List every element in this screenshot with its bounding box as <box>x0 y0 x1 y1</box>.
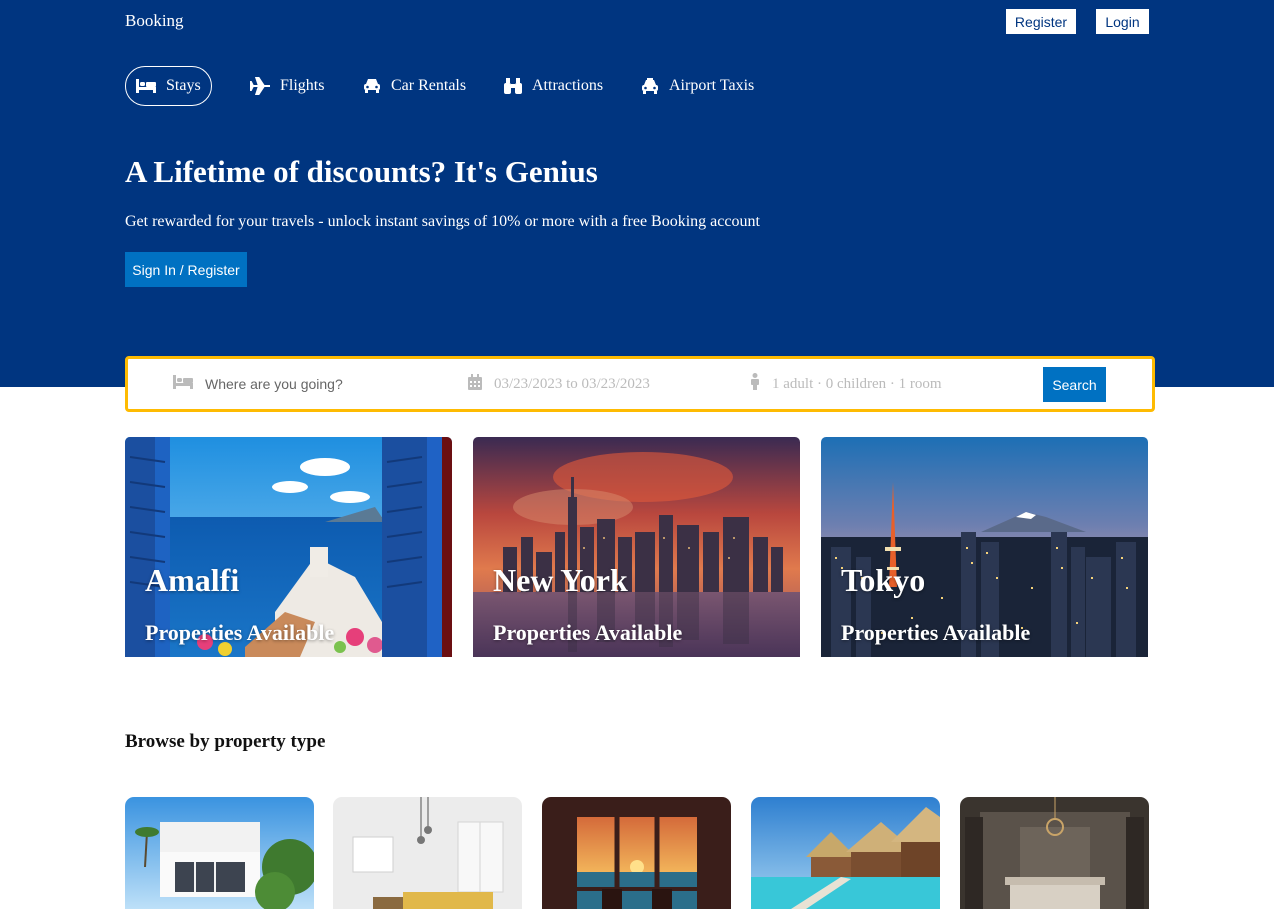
guests-text: 1 adult · 0 children · 1 room <box>772 375 942 392</box>
plane-icon <box>250 77 270 95</box>
nav-item-flights[interactable]: Flights <box>250 66 324 106</box>
featured-city-card[interactable]: Amalfi Properties Available <box>125 437 452 657</box>
destination-field[interactable] <box>173 359 445 409</box>
header: Booking Register Login Stays Flights Car… <box>0 0 1274 387</box>
hero-subtitle: Get rewarded for your travels - unlock i… <box>125 213 760 230</box>
login-button[interactable]: Login <box>1096 9 1149 34</box>
sign-in-register-button[interactable]: Sign In / Register <box>125 252 247 287</box>
bed-icon <box>136 79 156 93</box>
search-button[interactable]: Search <box>1043 367 1106 402</box>
nav-item-label: Car Rentals <box>391 77 467 94</box>
nav-item-label: Attractions <box>532 77 604 94</box>
date-range-field[interactable]: 03/23/2023 to 03/23/2023 <box>468 359 650 409</box>
person-icon <box>750 373 760 395</box>
city-name: Tokyo <box>841 562 926 598</box>
car-icon <box>363 78 381 94</box>
featured-city-card[interactable]: Tokyo Properties Available <box>821 437 1148 657</box>
featured-city-card[interactable]: New York Properties Available <box>473 437 800 657</box>
destination-input[interactable] <box>205 376 445 392</box>
property-image-cabin <box>960 797 1149 909</box>
city-subtitle: Properties Available <box>841 620 1031 645</box>
city-name: New York <box>493 562 628 598</box>
taxi-icon <box>641 77 659 95</box>
property-image-house <box>125 797 314 909</box>
date-range-text: 03/23/2023 to 03/23/2023 <box>494 375 650 392</box>
property-image-resort <box>542 797 731 909</box>
property-image-villa <box>751 797 940 909</box>
nav-item-car-rentals[interactable]: Car Rentals <box>363 66 466 106</box>
guests-field[interactable]: 1 adult · 0 children · 1 room <box>750 359 942 409</box>
nav-item-stays[interactable]: Stays <box>125 66 212 106</box>
property-type-card[interactable] <box>960 797 1149 909</box>
city-subtitle: Properties Available <box>493 620 683 645</box>
logo[interactable]: Booking <box>125 11 184 31</box>
nav-item-airport-taxis[interactable]: Airport Taxis <box>641 66 754 106</box>
search-bar: 03/23/2023 to 03/23/2023 1 adult · 0 chi… <box>125 356 1155 412</box>
property-type-card[interactable] <box>333 797 522 909</box>
nav-item-label: Airport Taxis <box>669 77 755 94</box>
hero-title: A Lifetime of discounts? It's Genius <box>125 154 598 189</box>
property-image-apartment <box>333 797 522 909</box>
nav-item-label: Flights <box>280 77 325 94</box>
property-type-card[interactable] <box>542 797 731 909</box>
binoculars-icon <box>504 78 522 94</box>
register-button[interactable]: Register <box>1006 9 1076 34</box>
bed-icon <box>173 374 193 394</box>
property-type-card[interactable] <box>125 797 314 909</box>
calendar-icon <box>468 373 482 395</box>
browse-title: Browse by property type <box>125 731 326 752</box>
city-subtitle: Properties Available <box>145 620 335 645</box>
nav-item-label: Stays <box>166 77 201 94</box>
city-name: Amalfi <box>145 562 240 598</box>
property-type-card[interactable] <box>751 797 940 909</box>
nav-item-attractions[interactable]: Attractions <box>504 66 603 106</box>
